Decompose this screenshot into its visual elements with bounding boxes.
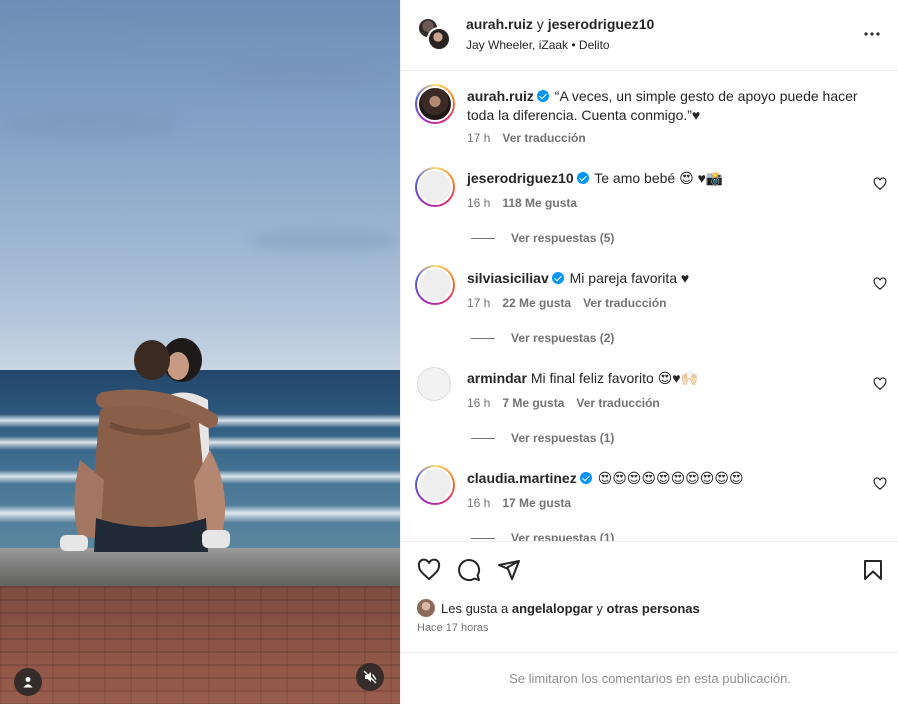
comment-meta: 17 h 22 Me gusta Ver traducción [467, 296, 678, 310]
view-replies-button[interactable]: Ver respuestas (1) [471, 531, 614, 541]
heart-icon[interactable] [417, 558, 441, 582]
verified-badge-icon [536, 90, 549, 102]
view-replies-button[interactable]: Ver respuestas (5) [471, 231, 614, 245]
translate-link[interactable]: Ver traducción [583, 296, 666, 310]
post-header: aurah.ruiz y jeserodriguez10 Jay Wheeler… [401, 0, 898, 71]
cloud [10, 20, 130, 46]
more-options-button[interactable] [863, 25, 881, 43]
comment-text: Mi pareja favorita ♥ [569, 270, 690, 286]
comment-username[interactable]: claudia.martinez [467, 470, 577, 486]
avatar[interactable] [415, 265, 455, 305]
view-replies-label: Ver respuestas (1) [511, 431, 615, 445]
author-connector: y [532, 16, 548, 32]
comment: claudia.martinez 😍😍😍😍😍😍😍😍😍😍 [467, 469, 867, 488]
brick-promenade [0, 586, 400, 704]
comment-time: 16 h [467, 396, 491, 410]
audio-label[interactable]: Jay Wheeler, iZaak • Delito [466, 38, 610, 52]
user-tag-icon [23, 677, 33, 688]
view-replies-button[interactable]: Ver respuestas (2) [471, 331, 614, 345]
comment-username[interactable]: silviasiciliav [467, 270, 549, 286]
comment-likes[interactable]: 17 Me gusta [502, 496, 571, 510]
comments-limited-notice: Se limitaron los comentarios en esta pub… [401, 652, 898, 704]
more-icon [864, 32, 880, 36]
comment-username[interactable]: jeserodriguez10 [467, 170, 574, 186]
avatar[interactable] [415, 84, 455, 124]
mute-icon [363, 670, 377, 684]
comment-time: 16 h [467, 496, 491, 510]
comment: armindar Mi final feliz favorito 😍♥🙌🏻 [467, 369, 867, 388]
cloud [250, 230, 400, 252]
comment: jeserodriguez10 Te amo bebé 😍 ♥📸 [467, 169, 867, 188]
view-replies-label: Ver respuestas (1) [511, 531, 615, 541]
comment-likes[interactable]: 118 Me gusta [502, 196, 577, 210]
comment-text: Mi final feliz favorito 😍♥🙌🏻 [530, 370, 698, 386]
translate-link[interactable]: Ver traducción [502, 131, 585, 145]
comment-time: 17 h [467, 296, 491, 310]
comment-username[interactable]: armindar [467, 370, 527, 386]
avatar[interactable] [415, 465, 455, 505]
avatar[interactable] [417, 599, 435, 617]
post-view: aurah.ruiz y jeserodriguez10 Jay Wheeler… [0, 0, 898, 704]
likes-user[interactable]: angelalopgar [512, 601, 593, 616]
author-username[interactable]: aurah.ruiz [466, 16, 533, 32]
comment-meta: 16 h 118 Me gusta [467, 196, 589, 210]
share-icon[interactable] [497, 558, 521, 582]
caption: aurah.ruiz “A veces, un simple gesto de … [467, 87, 867, 125]
comment-time: 16 h [467, 196, 491, 210]
translate-link[interactable]: Ver traducción [576, 396, 659, 410]
view-replies-label: Ver respuestas (5) [511, 231, 615, 245]
comment-text: Te amo bebé 😍 ♥📸 [594, 170, 724, 186]
likes-connector: y [596, 600, 603, 616]
heart-icon[interactable] [873, 277, 887, 291]
post-details-panel: aurah.ruiz y jeserodriguez10 Jay Wheeler… [400, 0, 898, 704]
comment-text: 😍😍😍😍😍😍😍😍😍😍 [597, 470, 744, 486]
bookmark-icon[interactable] [861, 558, 885, 582]
comment-meta: 16 h 17 Me gusta [467, 496, 583, 510]
likes-prefix: Les gusta a [441, 600, 509, 616]
avatar[interactable] [415, 167, 455, 207]
cloud [220, 60, 380, 88]
heart-icon[interactable] [873, 177, 887, 191]
coauthor-username[interactable]: jeserodriguez10 [548, 16, 655, 32]
heart-icon[interactable] [873, 477, 887, 491]
comment-meta: 16 h 7 Me gusta Ver traducción [467, 396, 672, 410]
post-authors: aurah.ruiz y jeserodriguez10 [466, 16, 654, 32]
verified-badge-icon [576, 172, 589, 184]
user-tag-button[interactable] [14, 668, 42, 696]
couple-figure [60, 338, 230, 552]
verified-badge-icon [579, 472, 592, 484]
comments-list[interactable]: aurah.ruiz “A veces, un simple gesto de … [401, 71, 898, 541]
mute-button[interactable] [356, 663, 384, 691]
post-actions: Les gusta a angelalopgar y otras persona… [401, 541, 898, 653]
post-timestamp[interactable]: Hace 17 horas [417, 622, 489, 634]
comment-meta: 17 h Ver traducción [467, 131, 598, 145]
verified-badge-icon [551, 272, 564, 284]
comment-likes[interactable]: 7 Me gusta [502, 396, 564, 410]
comment: silviasiciliav Mi pareja favorita ♥ [467, 269, 867, 288]
avatar[interactable] [417, 367, 451, 401]
view-replies-label: Ver respuestas (2) [511, 331, 615, 345]
view-replies-button[interactable]: Ver respuestas (1) [471, 431, 614, 445]
comment-likes[interactable]: 22 Me gusta [502, 296, 571, 310]
comment-icon[interactable] [457, 558, 481, 582]
likes-summary: Les gusta a angelalopgar y otras persona… [417, 599, 700, 617]
cloud [0, 110, 180, 140]
comment-time: 17 h [467, 131, 491, 145]
comment-username[interactable]: aurah.ruiz [467, 88, 534, 104]
heart-icon[interactable] [873, 377, 887, 391]
likes-others-link[interactable]: otras personas [607, 601, 700, 616]
post-image[interactable] [0, 0, 400, 704]
avatar[interactable] [427, 27, 451, 51]
